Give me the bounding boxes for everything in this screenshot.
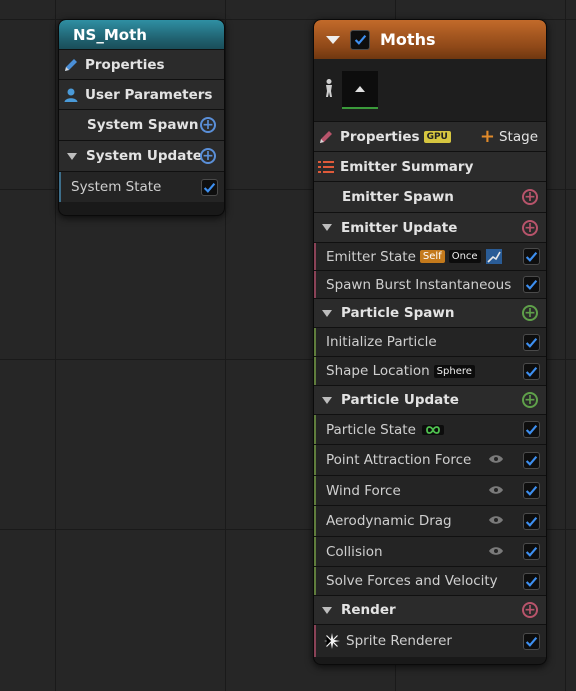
collapse-arrow-icon[interactable] [322,606,332,614]
gpu-badge: GPU [423,130,451,143]
pencil-icon [63,57,79,73]
eye-icon[interactable] [488,483,504,499]
list-icon [318,160,334,174]
add-stage-button[interactable]: + Stage [480,126,538,147]
solve-forces-label: Solve Forces and Velocity [326,573,498,589]
enable-checkbox[interactable] [523,451,540,469]
system-state-row[interactable]: System State [59,171,224,202]
emitter-summary-label: Emitter Summary [340,158,474,175]
enable-checkbox[interactable] [523,333,540,351]
emitter-state-row[interactable]: Emitter State Self Once [314,242,546,270]
particle-state-label: Particle State [326,421,416,438]
collapse-arrow-icon[interactable] [322,224,332,231]
enable-checkbox[interactable] [201,178,218,196]
enable-checkbox[interactable] [523,248,540,265]
system-state-label: System State [71,179,162,195]
collapse-arrow-icon[interactable] [322,396,332,404]
user-parameters-label: User Parameters [85,86,213,103]
system-spawn-label: System Spawn [87,117,199,133]
system-node-ns-moth[interactable]: NS_Moth Properties User Parameters Syste… [58,19,225,216]
particle-spawn-label: Particle Spawn [341,305,455,321]
shape-location-row[interactable]: Shape Location Sphere [314,356,546,385]
emitter-spawn-row[interactable]: Emitter Spawn + [314,181,546,212]
spawn-burst-label: Spawn Burst Instantaneous [326,276,512,293]
collapse-arrow-icon[interactable] [322,309,332,317]
enable-checkbox[interactable] [523,512,540,530]
eye-icon[interactable] [488,452,504,468]
self-tag: Self [419,250,445,263]
emitter-node-title: Moths [380,30,436,49]
add-module-icon[interactable]: + [200,117,216,133]
add-module-icon[interactable]: + [522,219,538,236]
system-update-row[interactable]: System Update + [59,140,224,171]
emitter-node-header[interactable]: Moths [314,20,546,59]
eye-icon[interactable] [488,544,504,560]
emitter-properties-row[interactable]: Properties GPU + Stage [314,121,546,151]
add-module-icon[interactable]: + [522,602,538,618]
enable-checkbox[interactable] [523,276,540,293]
system-spawn-row[interactable]: System Spawn + [59,109,224,140]
plus-icon: + [479,126,495,147]
render-label: Render [341,602,396,618]
character-icon[interactable] [322,78,336,102]
particle-spawn-row[interactable]: Particle Spawn + [314,298,546,327]
user-icon [63,87,79,103]
emitter-enable-checkbox[interactable] [350,29,370,50]
particle-update-label: Particle Update [341,392,459,408]
system-node-title[interactable]: NS_Moth [59,20,224,49]
solve-forces-row[interactable]: Solve Forces and Velocity [314,566,546,595]
shape-location-label: Shape Location [326,363,430,379]
wind-force-row[interactable]: Wind Force [314,475,546,505]
spawn-burst-row[interactable]: Spawn Burst Instantaneous [314,270,546,298]
particle-state-row[interactable]: Particle State [314,414,546,444]
graph-icon[interactable] [485,249,502,264]
system-properties-label: Properties [85,56,165,73]
sphere-tag: Sphere [433,364,475,378]
emitter-state-label: Emitter State [326,248,416,265]
enable-checkbox[interactable] [523,482,540,499]
point-attraction-row[interactable]: Point Attraction Force [314,444,546,475]
pencil-icon [318,129,334,145]
collapse-arrow-icon[interactable] [326,35,340,44]
wind-force-label: Wind Force [326,482,401,499]
enable-checkbox[interactable] [523,421,540,438]
emitter-thumbnail[interactable] [342,71,378,109]
infinity-icon [421,424,444,435]
particle-update-row[interactable]: Particle Update + [314,385,546,414]
emitter-summary-row[interactable]: Emitter Summary [314,151,546,181]
emitter-update-label: Emitter Update [341,219,458,236]
collapse-arrow-icon[interactable] [67,152,77,160]
add-module-icon[interactable]: + [522,392,538,408]
enable-checkbox[interactable] [523,572,540,590]
point-attraction-label: Point Attraction Force [326,452,472,468]
enable-checkbox[interactable] [523,632,540,650]
once-tag: Once [448,250,481,263]
eye-icon[interactable] [488,513,504,529]
collision-row[interactable]: Collision [314,536,546,566]
user-parameters-row[interactable]: User Parameters [59,79,224,109]
add-module-icon[interactable]: + [200,148,216,164]
initialize-particle-label: Initialize Particle [326,334,437,350]
initialize-particle-row[interactable]: Initialize Particle [314,327,546,356]
emitter-properties-label: Properties [340,128,420,145]
enable-checkbox[interactable] [523,362,540,380]
system-update-label: System Update [86,148,202,164]
sparkle-icon [324,633,340,649]
sprite-renderer-row[interactable]: Sprite Renderer [314,624,546,657]
enable-checkbox[interactable] [523,543,540,560]
system-properties-row[interactable]: Properties [59,49,224,79]
add-module-icon[interactable]: + [522,189,538,205]
collision-label: Collision [326,543,383,560]
emitter-thumbnail-row [314,59,546,121]
emitter-spawn-label: Emitter Spawn [342,189,454,205]
aerodynamic-drag-row[interactable]: Aerodynamic Drag [314,505,546,536]
add-module-icon[interactable]: + [522,305,538,321]
aerodynamic-drag-label: Aerodynamic Drag [326,513,452,529]
stage-label: Stage [498,128,538,145]
render-row[interactable]: Render + [314,595,546,624]
emitter-update-row[interactable]: Emitter Update + [314,212,546,242]
sprite-renderer-label: Sprite Renderer [346,633,452,649]
emitter-node-moths[interactable]: Moths Properties GPU + Stage Emitter Sum… [313,19,547,665]
